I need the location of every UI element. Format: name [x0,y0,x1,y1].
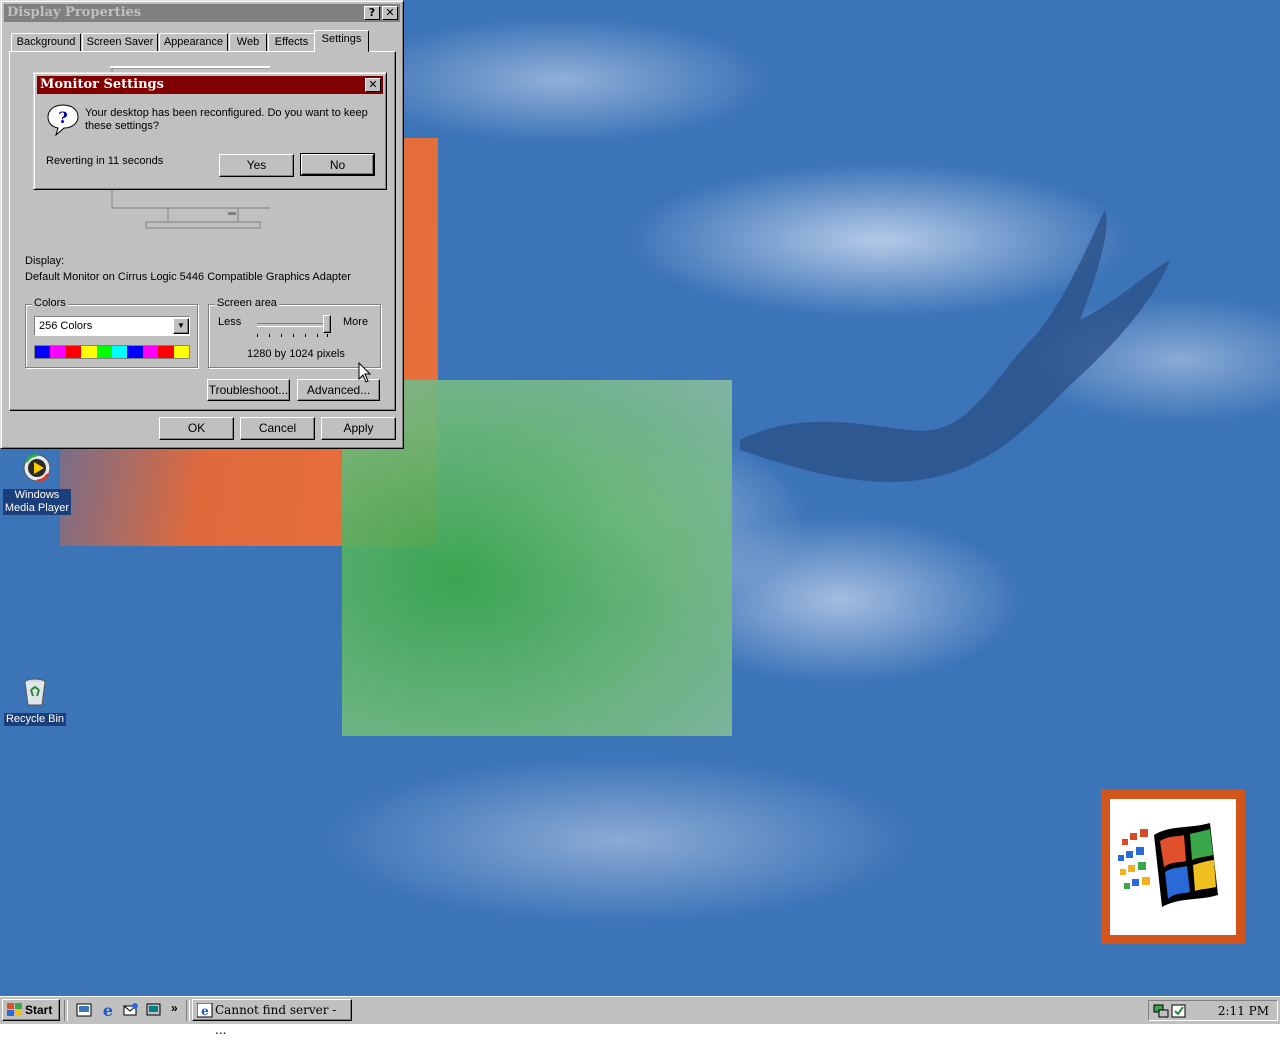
display-label: Display: [25,255,65,267]
desktop-icon-media-player[interactable]: Windows Media Player [2,452,72,515]
no-button[interactable]: No [300,153,375,176]
taskbar: Start e » e Cannot find server - ... 2:1… [0,996,1280,1037]
palette-swatch [65,346,82,358]
desktop-icon-recycle-bin[interactable]: Recycle Bin [0,676,70,726]
scheduler-icon[interactable] [1171,1003,1187,1019]
slider-less-label: Less [218,316,242,328]
taskbar-separator [64,1000,68,1021]
colors-dropdown-value: 256 Colors [39,320,93,332]
apply-button[interactable]: Apply [321,417,396,440]
close-button[interactable]: ✕ [365,78,381,92]
color-palette-bar [34,345,190,359]
yes-button[interactable]: Yes [219,154,294,177]
svg-text:?: ? [58,108,67,127]
network-icon[interactable] [1153,1003,1169,1019]
taskbar-separator [186,1000,190,1021]
taskbar-task-button[interactable]: e Cannot find server - ... [192,999,352,1037]
ok-button[interactable]: OK [159,417,234,440]
colors-group: Colors 256 Colors ▼ [25,297,198,368]
palette-swatch [35,346,51,358]
recycle-bin-icon [24,678,46,706]
palette-swatch [112,346,128,358]
clock[interactable]: 2:11 PM [1218,1004,1269,1018]
question-icon: ? [47,104,79,137]
palette-swatch [81,346,97,358]
display-adapter-value: Default Monitor on Cirrus Logic 5446 Com… [25,271,351,283]
mouse-cursor-icon [358,362,372,383]
screen-area-slider-thumb[interactable] [323,315,331,333]
slider-ticks [257,334,328,337]
media-player-icon [23,453,51,483]
window-title: Display Properties [7,5,142,20]
screen-area-group: Screen area Less More 1280 by 1024 pixel… [208,297,381,368]
cancel-button[interactable]: Cancel [240,417,315,440]
start-button[interactable]: Start [2,999,60,1021]
system-tray: 2:11 PM [1148,1000,1278,1021]
outlook-express-icon[interactable] [123,1002,139,1018]
palette-swatch [127,346,143,358]
troubleshoot-button[interactable]: Troubleshoot... [207,379,290,401]
tab-appearance[interactable]: Appearance [159,33,228,51]
screen-area-group-title: Screen area [215,297,279,309]
desktop-icon-label: Windows Media Player [2,489,72,515]
internet-explorer-icon[interactable]: e [100,1002,116,1018]
task-button-label: Cannot find server - ... [215,1003,337,1037]
desktop-icon-label: Recycle Bin [3,713,67,726]
help-button[interactable]: ? [364,6,380,20]
palette-swatch [142,346,159,358]
windows-flag-icon [7,1003,22,1016]
chevron-down-icon[interactable]: ▼ [173,318,189,334]
slider-more-label: More [343,316,369,328]
tab-background[interactable]: Background [11,33,81,51]
windows-logo-tile [1101,790,1245,944]
palette-swatch [158,346,174,358]
windows-logo-icon [1118,823,1218,907]
colors-group-title: Colors [32,297,68,309]
dialog-message: Your desktop has been reconfigured. Do y… [85,107,368,132]
screen-resolution-value: 1280 by 1024 pixels [247,348,345,360]
show-desktop-icon[interactable] [146,1002,162,1018]
dialog-title: Monitor Settings [40,77,164,92]
screen-area-slider-track[interactable] [257,323,327,327]
start-label: Start [25,1003,53,1017]
svg-text:e: e [201,1004,209,1018]
display-properties-window[interactable]: Display Properties ? ✕ Background Screen… [0,0,404,449]
ie-channels-icon[interactable] [76,1002,92,1018]
palette-swatch [96,346,113,358]
palette-swatch [173,346,190,358]
display-properties-titlebar[interactable]: Display Properties ? ✕ [4,4,400,22]
internet-explorer-icon: e [197,1003,213,1018]
monitor-settings-titlebar[interactable]: Monitor Settings ✕ [37,76,383,94]
monitor-settings-dialog[interactable]: Monitor Settings ✕ ? Your desktop has be… [33,72,387,190]
svg-text:e: e [103,1002,113,1018]
tab-settings[interactable]: Settings [314,30,369,52]
wallpaper-flying-figure [740,210,1170,482]
quick-launch-chevron[interactable]: » [171,1001,178,1015]
tab-web[interactable]: Web [229,33,267,51]
tab-effects[interactable]: Effects [268,33,315,51]
colors-dropdown[interactable]: 256 Colors ▼ [34,316,190,336]
palette-swatch [50,346,66,358]
revert-countdown: Reverting in 11 seconds [46,155,164,167]
tab-screen-saver[interactable]: Screen Saver [82,33,158,51]
close-button[interactable]: ✕ [382,6,398,20]
